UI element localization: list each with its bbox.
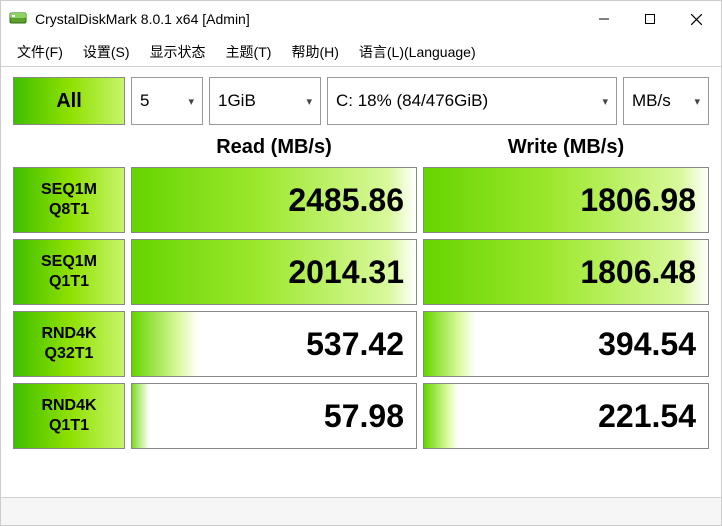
test-row: RND4KQ32T1537.42394.54	[13, 311, 709, 377]
maximize-button[interactable]	[627, 1, 673, 37]
close-button[interactable]	[673, 1, 719, 37]
test-button-line1: SEQ1M	[41, 252, 97, 272]
chevron-down-icon: ▾	[694, 95, 700, 108]
menu-language[interactable]: 语言(L)(Language)	[349, 39, 486, 65]
window-controls	[581, 1, 719, 37]
all-button[interactable]: All	[13, 77, 125, 125]
menu-file[interactable]: 文件(F)	[7, 39, 73, 65]
write-value: 1806.48	[423, 239, 709, 305]
header-row: Read (MB/s) Write (MB/s)	[13, 131, 709, 163]
test-count-dropdown[interactable]: 5 ▾	[131, 77, 203, 125]
tests-container: SEQ1MQ8T12485.861806.98SEQ1MQ1T12014.311…	[13, 167, 709, 449]
read-value: 57.98	[131, 383, 417, 449]
read-value: 2014.31	[131, 239, 417, 305]
read-value: 2485.86	[131, 167, 417, 233]
write-value: 221.54	[423, 383, 709, 449]
test-button-line1: RND4K	[41, 324, 96, 344]
chevron-down-icon: ▾	[306, 95, 312, 108]
unit-value: MB/s	[632, 91, 688, 111]
content-area: All 5 ▾ 1GiB ▾ C: 18% (84/476GiB) ▾ MB/s…	[1, 67, 721, 463]
test-button[interactable]: SEQ1MQ8T1	[13, 167, 125, 233]
test-button[interactable]: RND4KQ32T1	[13, 311, 125, 377]
chevron-down-icon: ▾	[602, 95, 608, 108]
status-bar	[1, 497, 721, 525]
test-button-line2: Q32T1	[45, 344, 94, 364]
test-size-dropdown[interactable]: 1GiB ▾	[209, 77, 321, 125]
app-icon	[9, 10, 27, 28]
controls-row: All 5 ▾ 1GiB ▾ C: 18% (84/476GiB) ▾ MB/s…	[13, 77, 709, 125]
menu-help[interactable]: 帮助(H)	[281, 39, 348, 65]
test-button-line1: SEQ1M	[41, 180, 97, 200]
test-row: RND4KQ1T157.98221.54	[13, 383, 709, 449]
window-title: CrystalDiskMark 8.0.1 x64 [Admin]	[35, 11, 250, 27]
menubar: 文件(F) 设置(S) 显示状态 主题(T) 帮助(H) 语言(L)(Langu…	[1, 37, 721, 67]
write-header: Write (MB/s)	[423, 131, 709, 163]
menu-display[interactable]: 显示状态	[140, 39, 216, 65]
titlebar: CrystalDiskMark 8.0.1 x64 [Admin]	[1, 1, 721, 37]
test-button-line2: Q1T1	[49, 416, 89, 436]
menu-theme[interactable]: 主题(T)	[216, 39, 282, 65]
menu-settings[interactable]: 设置(S)	[73, 39, 140, 65]
write-value: 1806.98	[423, 167, 709, 233]
unit-dropdown[interactable]: MB/s ▾	[623, 77, 709, 125]
test-button-line2: Q8T1	[49, 200, 89, 220]
drive-dropdown[interactable]: C: 18% (84/476GiB) ▾	[327, 77, 617, 125]
test-row: SEQ1MQ8T12485.861806.98	[13, 167, 709, 233]
drive-value: C: 18% (84/476GiB)	[336, 91, 596, 111]
test-button-line2: Q1T1	[49, 272, 89, 292]
test-button[interactable]: SEQ1MQ1T1	[13, 239, 125, 305]
read-header: Read (MB/s)	[131, 131, 417, 163]
test-count-value: 5	[140, 91, 182, 111]
test-button[interactable]: RND4KQ1T1	[13, 383, 125, 449]
chevron-down-icon: ▾	[188, 95, 194, 108]
read-value: 537.42	[131, 311, 417, 377]
test-size-value: 1GiB	[218, 91, 300, 111]
all-button-label: All	[56, 90, 82, 113]
write-value: 394.54	[423, 311, 709, 377]
test-button-line1: RND4K	[41, 396, 96, 416]
minimize-button[interactable]	[581, 1, 627, 37]
test-row: SEQ1MQ1T12014.311806.48	[13, 239, 709, 305]
